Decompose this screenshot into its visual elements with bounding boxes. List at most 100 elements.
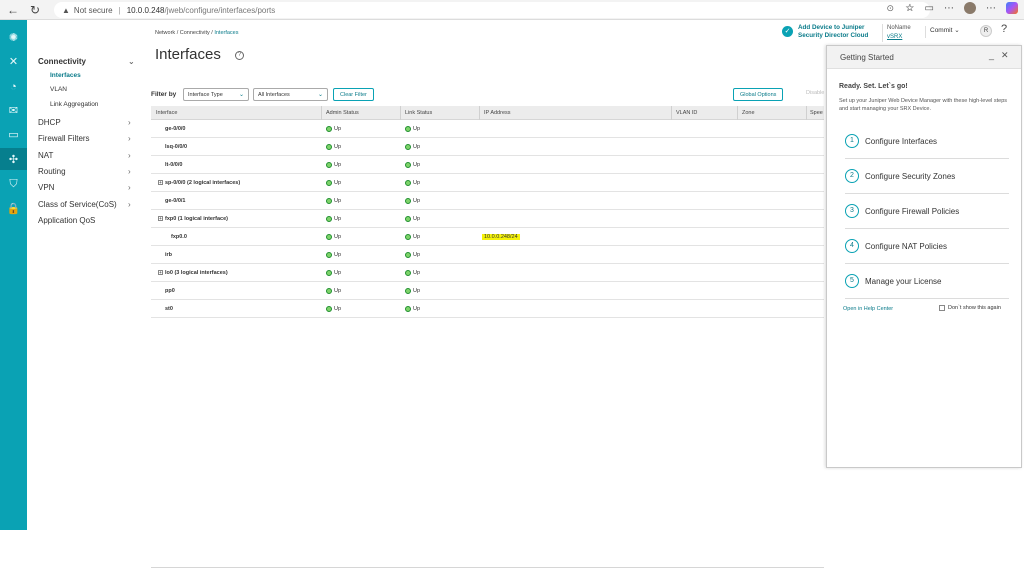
- col-zone[interactable]: Zone: [742, 110, 755, 116]
- col-link-status[interactable]: Link Status: [405, 110, 432, 116]
- interface-name[interactable]: lt-0/0/0: [165, 162, 182, 168]
- security-label[interactable]: Not secure: [74, 6, 113, 15]
- address-bar[interactable]: ▲ Not secure | 10.0.0.248/jweb/configure…: [54, 2, 930, 18]
- add-device-sdc-link[interactable]: ✓ Add Device to Juniper Security Director…: [782, 24, 882, 42]
- table-row[interactable]: st0 Up Up: [151, 300, 824, 318]
- user-avatar[interactable]: R: [980, 25, 992, 37]
- interface-name[interactable]: st0: [165, 306, 173, 312]
- chevron-right-icon[interactable]: ›: [128, 200, 131, 209]
- network-icon[interactable]: ✣: [0, 148, 27, 170]
- all-interfaces-select[interactable]: All Interfaces ⌄: [253, 88, 328, 101]
- table-row[interactable]: ge-0/0/1 Up Up: [151, 192, 824, 210]
- nav-connectivity[interactable]: Connectivity ⌄: [38, 57, 135, 66]
- clear-filter-button[interactable]: Clear Filter: [333, 88, 374, 101]
- link-status: Up: [405, 252, 420, 258]
- col-interface[interactable]: Interface: [156, 110, 177, 116]
- device-model[interactable]: vSRX: [887, 33, 911, 42]
- interface-name[interactable]: ge-0/0/1: [165, 198, 185, 204]
- table-row[interactable]: lt-0/0/0 Up Up: [151, 156, 824, 174]
- global-options-button[interactable]: Global Options: [733, 88, 784, 101]
- monitor-icon[interactable]: ✉: [0, 99, 27, 121]
- getting-started-step[interactable]: 1 Configure Interfaces: [845, 125, 1009, 159]
- chevron-right-icon[interactable]: ›: [128, 183, 131, 192]
- close-icon[interactable]: ✕: [1001, 50, 1009, 61]
- step-label[interactable]: Manage your License: [865, 277, 942, 286]
- close-menu-icon[interactable]: ✕: [0, 50, 27, 72]
- chevron-right-icon[interactable]: ›: [128, 134, 131, 143]
- getting-started-step[interactable]: 2 Configure Security Zones: [845, 160, 1009, 194]
- interface-name[interactable]: irb: [165, 252, 172, 258]
- expand-icon[interactable]: +: [158, 180, 163, 186]
- lock-icon[interactable]: 🔒: [0, 197, 27, 219]
- nav-nat[interactable]: NAT ›: [38, 151, 131, 160]
- col-admin-status[interactable]: Admin Status: [326, 110, 359, 116]
- step-label[interactable]: Configure Interfaces: [865, 137, 937, 146]
- step-label[interactable]: Configure NAT Policies: [865, 242, 947, 251]
- step-number: 2: [845, 169, 859, 183]
- read-aloud-icon[interactable]: ⊙: [886, 3, 894, 14]
- profile-avatar[interactable]: [964, 2, 976, 14]
- interface-name[interactable]: fxp0.0: [171, 234, 187, 240]
- nav-link-aggregation[interactable]: Link Aggregation: [50, 101, 98, 108]
- checkbox-icon[interactable]: [939, 305, 945, 311]
- interface-name[interactable]: lsq-0/0/0: [165, 144, 187, 150]
- crumb-connectivity[interactable]: Connectivity: [180, 30, 210, 36]
- open-help-center-link[interactable]: Open in Help Center: [843, 306, 893, 312]
- interface-name[interactable]: + sp-0/0/0 (2 logical interfaces): [158, 180, 240, 186]
- device-icon[interactable]: ▭: [0, 123, 27, 145]
- step-number: 5: [845, 274, 859, 288]
- table-row[interactable]: pp0 Up Up: [151, 282, 824, 300]
- interface-name[interactable]: + fxp0 (1 logical interface): [158, 216, 228, 222]
- disable-button[interactable]: Disable: [806, 90, 824, 96]
- nav-class-of-service[interactable]: Class of Service(CoS) ›: [38, 200, 131, 209]
- col-ip-address[interactable]: IP Address: [484, 110, 511, 116]
- table-row[interactable]: irb Up Up: [151, 246, 824, 264]
- minimize-icon[interactable]: _: [989, 50, 994, 60]
- nav-firewall-filters[interactable]: Firewall Filters ›: [38, 134, 131, 143]
- interface-name[interactable]: + lo0 (3 logical interfaces): [158, 270, 228, 276]
- interface-name[interactable]: ge-0/0/0: [165, 126, 185, 132]
- refresh-icon[interactable]: ↻: [26, 1, 44, 19]
- nav-interfaces[interactable]: Interfaces: [50, 72, 81, 79]
- security-shield-icon[interactable]: ⛉: [0, 173, 27, 195]
- chevron-right-icon[interactable]: ›: [128, 118, 131, 127]
- back-icon[interactable]: ←: [4, 1, 22, 19]
- getting-started-step[interactable]: 3 Configure Firewall Policies: [845, 195, 1009, 229]
- col-speed[interactable]: Spee: [810, 110, 823, 116]
- table-row[interactable]: + fxp0 (1 logical interface) Up Up: [151, 210, 824, 228]
- commit-menu[interactable]: Commit ⌄: [925, 26, 960, 38]
- table-row[interactable]: + lo0 (3 logical interfaces) Up Up: [151, 264, 824, 282]
- table-row[interactable]: + sp-0/0/0 (2 logical interfaces) Up Up: [151, 174, 824, 192]
- crumb-network[interactable]: Network: [155, 30, 175, 36]
- step-label[interactable]: Configure Firewall Policies: [865, 207, 959, 216]
- collections-icon[interactable]: ▭: [925, 3, 934, 14]
- dont-show-again-checkbox[interactable]: Don`t show this again: [939, 305, 1001, 311]
- interface-name[interactable]: pp0: [165, 288, 175, 294]
- table-row[interactable]: lsq-0/0/0 Up Up: [151, 138, 824, 156]
- nav-vpn[interactable]: VPN ›: [38, 183, 131, 192]
- help-question-icon[interactable]: ?: [1001, 23, 1007, 35]
- more-icon[interactable]: ⋯: [986, 3, 996, 14]
- step-label[interactable]: Configure Security Zones: [865, 172, 955, 181]
- nav-routing[interactable]: Routing ›: [38, 167, 131, 176]
- chevron-right-icon[interactable]: ›: [128, 167, 131, 176]
- help-icon[interactable]: ?: [235, 51, 244, 60]
- chevron-right-icon[interactable]: ›: [128, 151, 131, 160]
- table-row[interactable]: fxp0.0 Up Up 10.0.0.248/24: [151, 228, 824, 246]
- favorites-icon[interactable]: ☆: [906, 3, 915, 14]
- nav-dhcp[interactable]: DHCP ›: [38, 118, 131, 127]
- expand-icon[interactable]: +: [158, 270, 163, 276]
- nav-vlan[interactable]: VLAN: [50, 86, 67, 93]
- getting-started-step[interactable]: 5 Manage your License: [845, 265, 1009, 299]
- dashboard-icon[interactable]: ◔: [0, 76, 27, 98]
- chevron-down-icon[interactable]: ⌄: [128, 57, 135, 66]
- nav-application-qos[interactable]: Application QoS: [38, 216, 95, 225]
- col-vlan-id[interactable]: VLAN ID: [676, 110, 697, 116]
- expand-icon[interactable]: +: [158, 216, 163, 222]
- table-row[interactable]: ge-0/0/0 Up Up: [151, 120, 824, 138]
- status-up-icon: [405, 270, 411, 276]
- extensions-icon[interactable]: ⋯: [944, 3, 954, 14]
- getting-started-step[interactable]: 4 Configure NAT Policies: [845, 230, 1009, 264]
- copilot-icon[interactable]: [1006, 2, 1018, 14]
- interface-type-select[interactable]: Interface Type ⌄: [183, 88, 249, 101]
